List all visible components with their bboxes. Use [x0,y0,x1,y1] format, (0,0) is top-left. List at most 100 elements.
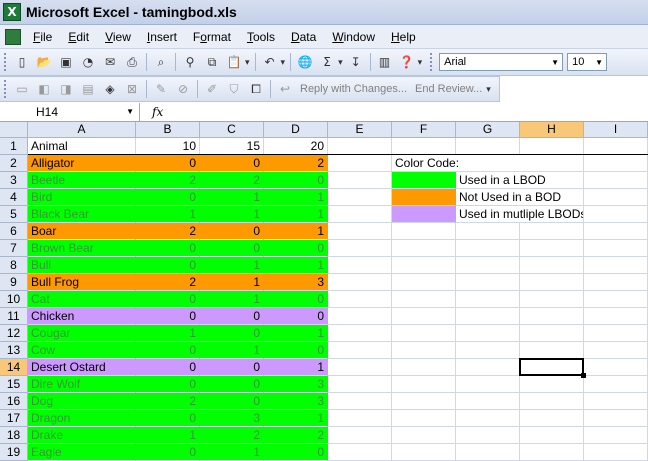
cell-d12[interactable]: 1 [264,325,328,342]
cell-a14[interactable]: Desert Ostard [28,359,136,376]
cell-i14[interactable] [584,359,648,376]
column-header-d[interactable]: D [264,122,328,138]
sort-ascending-icon[interactable]: ↧ [347,53,365,71]
row-header-18[interactable]: 18 [0,427,28,444]
cell-b10[interactable]: 0 [136,291,200,308]
cell-b15[interactable]: 0 [136,376,200,393]
cell-f17[interactable] [392,410,456,427]
cell-d6[interactable]: 1 [264,223,328,240]
cell-e17[interactable] [328,410,392,427]
row-header-7[interactable]: 7 [0,240,28,257]
chevron-down-icon[interactable]: ▼ [594,58,604,67]
column-header-b[interactable]: B [136,122,200,138]
column-header-c[interactable]: C [200,122,264,138]
cell-a2[interactable]: Alligator [28,155,136,172]
cell-c19[interactable]: 1 [200,444,264,461]
menu-item-help[interactable]: Help [383,30,424,44]
menu-item-data[interactable]: Data [283,30,324,44]
cell-b6[interactable]: 2 [136,223,200,240]
row-header-10[interactable]: 10 [0,291,28,308]
cell-d8[interactable]: 1 [264,257,328,274]
row-header-5[interactable]: 5 [0,206,28,223]
cell-c2[interactable]: 0 [200,155,264,172]
name-box[interactable]: H14 ▼ [0,102,140,121]
highlight-icon[interactable]: ✐ [203,80,221,98]
print-icon[interactable]: ⎙ [123,53,141,71]
cell-a6[interactable]: Boar [28,223,136,240]
column-header-g[interactable]: G [456,122,520,138]
cell-f8[interactable] [392,257,456,274]
open-folder-icon[interactable]: 📂 [35,53,53,71]
cell-h9[interactable] [520,274,584,291]
save-icon[interactable]: ▣ [57,53,75,71]
cell-b4[interactable]: 0 [136,189,200,206]
cell-f19[interactable] [392,444,456,461]
row-header-15[interactable]: 15 [0,376,28,393]
cell-e11[interactable] [328,308,392,325]
cell-i10[interactable] [584,291,648,308]
cell-f6[interactable] [392,223,456,240]
cell-e1[interactable] [328,138,392,155]
row-header-1[interactable]: 1 [0,138,28,155]
cell-f7[interactable] [392,240,456,257]
cell-d4[interactable]: 1 [264,189,328,206]
fill-handle[interactable] [581,373,586,378]
cell-b11[interactable]: 0 [136,308,200,325]
cell-e3[interactable] [328,172,392,189]
insert-function-icon[interactable]: fx [152,105,172,119]
cell-a15[interactable]: Dire Wolf [28,376,136,393]
cell-i12[interactable] [584,325,648,342]
cell-c3[interactable]: 2 [200,172,264,189]
cell-c6[interactable]: 0 [200,223,264,240]
share-workbook-icon[interactable]: ⧠ [247,80,265,98]
cell-e12[interactable] [328,325,392,342]
cell-e9[interactable] [328,274,392,291]
cell-c4[interactable]: 1 [200,189,264,206]
menu-item-insert[interactable]: Insert [139,30,185,44]
cell-i8[interactable] [584,257,648,274]
row-header-19[interactable]: 19 [0,444,28,461]
cell-c7[interactable]: 0 [200,240,264,257]
cell-a1[interactable]: Animal [28,138,136,155]
cell-g16[interactable] [456,393,520,410]
cell-i2[interactable] [584,155,648,172]
cell-c17[interactable]: 3 [200,410,264,427]
protect-sheet-icon[interactable]: ⛉ [225,80,243,98]
toolbar-grip[interactable] [430,53,434,71]
cell-e8[interactable] [328,257,392,274]
email-icon[interactable]: ✉ [101,53,119,71]
formula-input[interactable] [172,103,648,121]
column-header-i[interactable]: I [584,122,648,138]
row-header-12[interactable]: 12 [0,325,28,342]
cell-g1[interactable] [456,138,520,155]
permission-icon[interactable]: ◔ [79,53,97,71]
cell-f14[interactable] [392,359,456,376]
cell-i15[interactable] [584,376,648,393]
cell-c12[interactable]: 0 [200,325,264,342]
cell-h11[interactable] [520,308,584,325]
cell-a11[interactable]: Chicken [28,308,136,325]
font-size-select[interactable]: 10 ▼ [567,53,608,71]
research-icon[interactable]: ⚲ [181,53,199,71]
cell-d13[interactable]: 0 [264,342,328,359]
cell-f16[interactable] [392,393,456,410]
cell-a7[interactable]: Brown Bear [28,240,136,257]
cell-g7[interactable] [456,240,520,257]
cell-c10[interactable]: 1 [200,291,264,308]
cell-i6[interactable] [584,223,648,240]
row-header-6[interactable]: 6 [0,223,28,240]
cell-c1[interactable]: 15 [200,138,264,155]
cell-e7[interactable] [328,240,392,257]
copy-icon[interactable]: ⧉ [203,53,221,71]
cell-f9[interactable] [392,274,456,291]
menu-item-edit[interactable]: Edit [60,30,97,44]
cell-i16[interactable] [584,393,648,410]
menu-item-format[interactable]: Format [185,30,239,44]
cell-d7[interactable]: 0 [264,240,328,257]
toolbar-options-icon[interactable]: ▾ [486,84,491,95]
row-header-16[interactable]: 16 [0,393,28,410]
row-header-13[interactable]: 13 [0,342,28,359]
cell-b14[interactable]: 0 [136,359,200,376]
row-header-14[interactable]: 14 [0,359,28,376]
cell-g6[interactable] [456,223,520,240]
